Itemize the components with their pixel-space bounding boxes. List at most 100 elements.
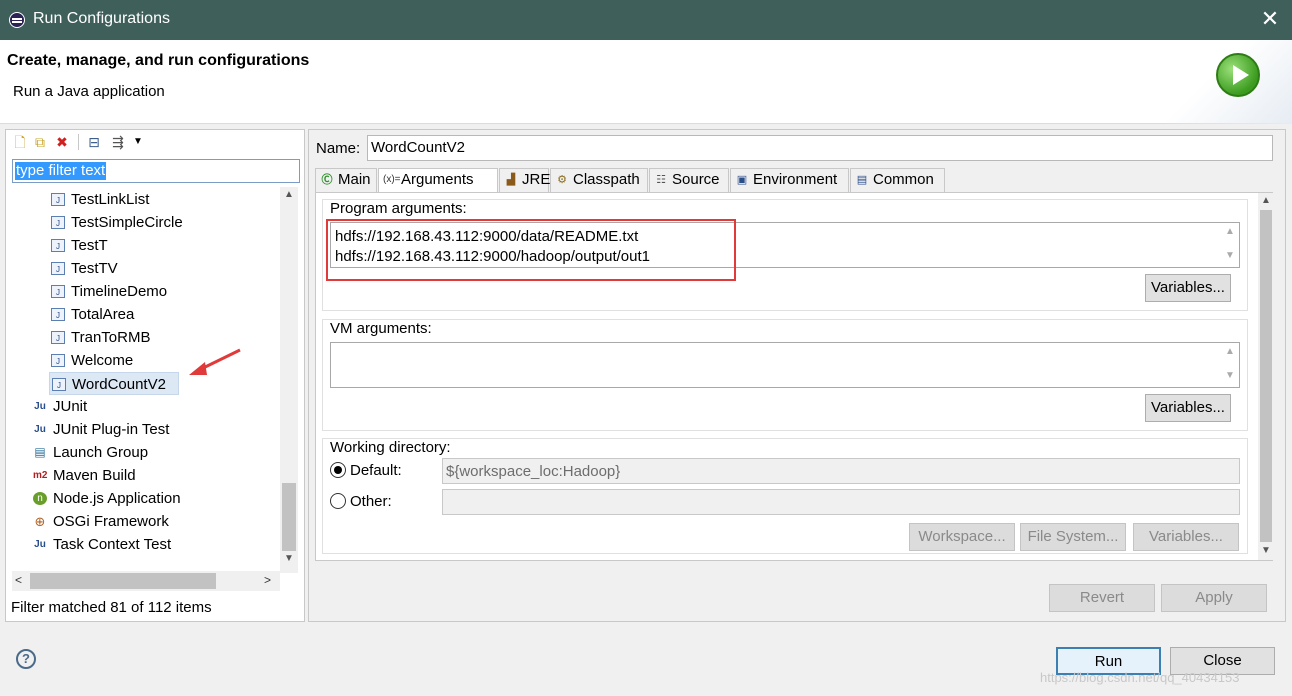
scroll-thumb[interactable] bbox=[282, 483, 296, 551]
working-variables-button[interactable]: Variables... bbox=[1133, 523, 1239, 551]
arguments-tab-content: Program arguments: hdfs://192.168.43.112… bbox=[315, 192, 1274, 561]
other-radio[interactable] bbox=[330, 493, 346, 509]
java-file-icon: J bbox=[51, 285, 65, 298]
java-file-icon: J bbox=[51, 216, 65, 229]
configuration-tree-panel: 🗋 ⧉ ✖ ⊟ ⇶ ▼ type filter text J TestLinkLi… bbox=[5, 129, 305, 622]
name-field[interactable]: WordCountV2 bbox=[367, 135, 1273, 161]
annotation-arrow-icon bbox=[189, 348, 241, 375]
tree-item[interactable]: J TestLinkList bbox=[51, 188, 278, 211]
scroll-up-icon[interactable]: ▲ bbox=[1225, 346, 1235, 357]
osgi-icon: ⊕ bbox=[34, 514, 46, 529]
vm-variables-button[interactable]: Variables... bbox=[1145, 394, 1231, 422]
tree-item[interactable]: J TestSimpleCircle bbox=[51, 211, 278, 234]
scroll-up-icon[interactable]: ▲ bbox=[1261, 195, 1271, 206]
launch-group-icon: ▤ bbox=[34, 445, 46, 459]
filter-input[interactable]: type filter text bbox=[12, 159, 300, 183]
window-title: Run Configurations bbox=[33, 10, 170, 27]
default-radio[interactable] bbox=[330, 462, 346, 478]
tab-bar: Ⓒ Main (x)= Arguments ▟ JRE ⚙ Classpath … bbox=[315, 168, 1271, 193]
tree-item[interactable]: n Node.js Application bbox=[33, 487, 273, 510]
tab-source[interactable]: ☷ Source bbox=[649, 168, 729, 192]
scroll-down-icon[interactable]: ▼ bbox=[1261, 545, 1271, 556]
file-system-button[interactable]: File System... bbox=[1020, 523, 1126, 551]
other-directory-field bbox=[442, 489, 1240, 515]
tab-label: Arguments bbox=[401, 171, 474, 188]
help-icon[interactable]: ? bbox=[16, 649, 36, 669]
toolbar-separator bbox=[78, 134, 79, 150]
content-vertical-scrollbar[interactable]: ▲ ▼ bbox=[1258, 193, 1274, 560]
eclipse-icon bbox=[9, 12, 25, 28]
maven-icon: m2 bbox=[33, 470, 48, 481]
annotation-highlight-box bbox=[326, 219, 736, 281]
tab-environment[interactable]: ▣ Environment bbox=[730, 168, 849, 192]
delete-icon[interactable]: ✖ bbox=[54, 134, 70, 150]
tree-item-label: TimelineDemo bbox=[71, 283, 168, 300]
textarea-scrollbar[interactable]: ▲ ▼ bbox=[1223, 223, 1239, 267]
chevron-down-icon[interactable]: ▼ bbox=[130, 134, 146, 150]
tree-item[interactable]: m2 Maven Build bbox=[33, 464, 273, 487]
tree-item-label: TestT bbox=[71, 237, 108, 254]
vm-arguments-textarea[interactable]: ▲ ▼ bbox=[330, 342, 1240, 388]
tree-item[interactable]: Ju Task Context Test bbox=[33, 533, 273, 556]
tab-label: Classpath bbox=[573, 171, 640, 188]
scroll-up-icon[interactable]: ▲ bbox=[1225, 226, 1235, 237]
scroll-right-icon[interactable]: > bbox=[264, 573, 271, 587]
jre-tab-icon: ▟ bbox=[506, 174, 516, 186]
duplicate-icon[interactable]: ⧉ bbox=[32, 134, 48, 150]
tree-item-label: Maven Build bbox=[53, 467, 136, 484]
tree-horizontal-scrollbar[interactable]: < > bbox=[12, 571, 280, 591]
close-window-button[interactable]: ✕ bbox=[1258, 6, 1282, 32]
junit-icon: Ju bbox=[34, 401, 46, 412]
apply-button[interactable]: Apply bbox=[1161, 584, 1267, 612]
tree-item-label: TotalArea bbox=[71, 306, 135, 323]
program-arguments-label: Program arguments: bbox=[330, 200, 467, 217]
configuration-editor: Name: WordCountV2 Ⓒ Main (x)= Arguments … bbox=[308, 129, 1286, 622]
tree-item[interactable]: Ju JUnit Plug-in Test bbox=[33, 418, 273, 441]
tab-classpath[interactable]: ⚙ Classpath bbox=[550, 168, 648, 192]
task-context-icon: Ju bbox=[34, 539, 46, 550]
source-tab-icon: ☷ bbox=[656, 174, 666, 186]
tree-item-label: OSGi Framework bbox=[53, 513, 169, 530]
other-label: Other: bbox=[350, 493, 392, 510]
tree-item[interactable]: J TestT bbox=[51, 234, 278, 257]
environment-tab-icon: ▣ bbox=[736, 174, 748, 186]
filter-icon[interactable]: ⇶ bbox=[110, 134, 126, 150]
tab-arguments[interactable]: (x)= Arguments bbox=[378, 168, 498, 193]
scroll-down-icon[interactable]: ▼ bbox=[1225, 370, 1235, 381]
common-tab-icon: ▤ bbox=[856, 174, 868, 186]
tab-main[interactable]: Ⓒ Main bbox=[315, 168, 377, 192]
scroll-thumb[interactable] bbox=[30, 573, 216, 589]
tree-item[interactable]: J TestTV bbox=[51, 257, 278, 280]
tree-item[interactable]: J TotalArea bbox=[51, 303, 278, 326]
tree-item[interactable]: ▤ Launch Group bbox=[33, 441, 273, 464]
textarea-scrollbar[interactable]: ▲ ▼ bbox=[1223, 343, 1239, 387]
program-variables-button[interactable]: Variables... bbox=[1145, 274, 1231, 302]
workspace-button[interactable]: Workspace... bbox=[909, 523, 1015, 551]
scroll-left-icon[interactable]: < bbox=[15, 573, 22, 587]
scroll-up-icon[interactable]: ▲ bbox=[284, 189, 294, 200]
tree-item[interactable]: J TimelineDemo bbox=[51, 280, 278, 303]
tree-item[interactable]: ⊕ OSGi Framework bbox=[33, 510, 273, 533]
junit-plugin-icon: Ju bbox=[34, 424, 46, 435]
java-file-icon: J bbox=[51, 331, 65, 344]
scroll-down-icon[interactable]: ▼ bbox=[1225, 250, 1235, 261]
tree-item[interactable]: J WordCountV2 bbox=[49, 372, 179, 395]
tree-item[interactable]: Ju JUnit bbox=[33, 395, 273, 418]
run-icon bbox=[1216, 53, 1260, 97]
tree-item-label: Node.js Application bbox=[53, 490, 181, 507]
tab-jre[interactable]: ▟ JRE bbox=[499, 168, 550, 192]
tree-item-label: Launch Group bbox=[53, 444, 149, 461]
vm-arguments-group: VM arguments: ▲ ▼ Variables... bbox=[322, 319, 1248, 431]
main-tab-icon: Ⓒ bbox=[321, 174, 333, 186]
java-file-icon: J bbox=[51, 193, 65, 206]
scroll-thumb[interactable] bbox=[1260, 210, 1272, 542]
collapse-all-icon[interactable]: ⊟ bbox=[86, 134, 102, 150]
title-bar: Run Configurations ✕ bbox=[0, 0, 1292, 40]
tree-item-label: JUnit bbox=[53, 398, 88, 415]
scroll-down-icon[interactable]: ▼ bbox=[284, 553, 294, 564]
tree-vertical-scrollbar[interactable]: ▲ ▼ bbox=[280, 187, 298, 573]
header-title: Create, manage, and run configurations bbox=[7, 52, 310, 69]
tab-common[interactable]: ▤ Common bbox=[850, 168, 945, 192]
revert-button[interactable]: Revert bbox=[1049, 584, 1155, 612]
new-config-icon[interactable]: 🗋 bbox=[12, 134, 28, 150]
